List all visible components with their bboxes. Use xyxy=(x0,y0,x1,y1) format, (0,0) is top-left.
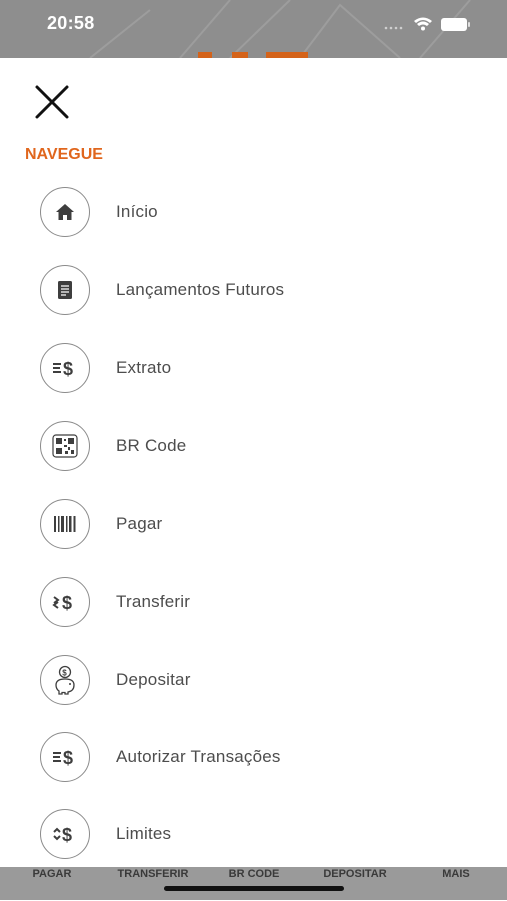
menu-item-label: Extrato xyxy=(116,358,172,377)
menu-item-autorizar-transacoes[interactable]: $ Autorizar Transações xyxy=(40,730,480,784)
menu-item-label: Limites xyxy=(116,824,172,843)
section-title: NAVEGUE xyxy=(25,146,103,163)
menu-item-label: BR Code xyxy=(116,436,187,455)
menu-item-label: Depositar xyxy=(116,670,191,689)
menu-item-pagar[interactable]: Pagar xyxy=(40,497,480,551)
tab-depositar[interactable]: DEPOSITAR xyxy=(310,867,400,901)
close-button[interactable] xyxy=(30,80,74,124)
limits-icon: $ xyxy=(40,809,90,859)
battery-icon xyxy=(441,18,470,31)
wifi-icon xyxy=(414,17,432,31)
menu-item-limites[interactable]: $ Limites xyxy=(40,807,480,861)
bottom-tab-bar: PAGAR TRANSFERIR BR CODE DEPOSITAR MAIS xyxy=(0,867,507,900)
menu-item-label: Pagar xyxy=(116,514,163,533)
statement-icon: $ xyxy=(40,732,90,782)
document-icon xyxy=(40,265,90,315)
tab-br-code[interactable]: BR CODE xyxy=(214,867,294,901)
home-indicator xyxy=(164,886,344,891)
svg-text:$: $ xyxy=(62,825,72,845)
qr-code-icon xyxy=(40,421,90,471)
transfer-icon: $ xyxy=(40,577,90,627)
menu-item-label: Lançamentos Futuros xyxy=(116,280,285,299)
menu-item-depositar[interactable]: $ Depositar xyxy=(40,653,480,707)
svg-text:$: $ xyxy=(62,593,72,613)
piggy-bank-icon: $ xyxy=(40,655,90,705)
navigation-drawer: NAVEGUE Início Lançamentos Futuros $ Ext… xyxy=(0,58,507,867)
menu-item-label: Transferir xyxy=(116,592,191,611)
menu-item-lancamentos-futuros[interactable]: Lançamentos Futuros xyxy=(40,263,480,317)
close-icon xyxy=(35,85,69,119)
menu-item-inicio[interactable]: Início xyxy=(40,185,480,239)
tab-pagar[interactable]: PAGAR xyxy=(12,867,92,901)
menu-item-label: Início xyxy=(116,202,158,221)
menu-item-label: Autorizar Transações xyxy=(116,747,281,766)
status-icons xyxy=(383,15,475,33)
menu-item-br-code[interactable]: BR Code xyxy=(40,419,480,473)
menu-item-extrato[interactable]: $ Extrato xyxy=(40,341,480,395)
status-bar: 20:58 xyxy=(0,0,507,58)
tab-mais[interactable]: MAIS xyxy=(418,867,494,901)
statement-icon: $ xyxy=(40,343,90,393)
svg-text:$: $ xyxy=(63,359,73,379)
signal-icon xyxy=(384,26,403,30)
home-icon xyxy=(40,187,90,237)
status-time: 20:58 xyxy=(47,13,95,33)
svg-text:$: $ xyxy=(63,748,73,768)
menu-item-transferir[interactable]: $ Transferir xyxy=(40,575,480,629)
svg-text:$: $ xyxy=(62,669,67,678)
barcode-icon xyxy=(40,499,90,549)
tab-transferir[interactable]: TRANSFERIR xyxy=(108,867,198,901)
